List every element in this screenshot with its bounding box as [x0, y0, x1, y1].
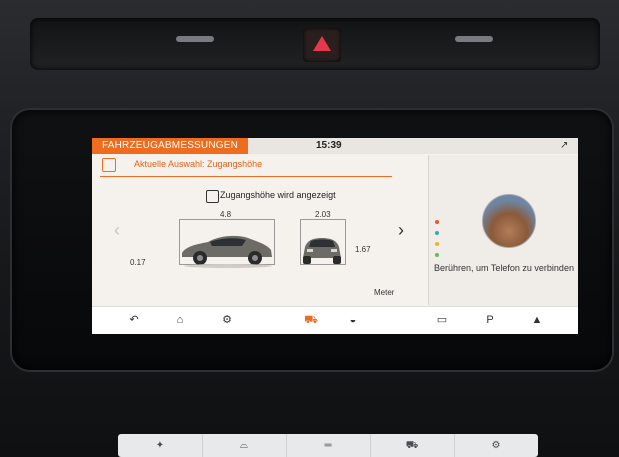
vehicle-height: 1.67 [355, 245, 371, 254]
camera-icon[interactable]: ▭ [422, 306, 462, 334]
page-indicator [435, 220, 439, 264]
suspension-icon[interactable]: ⛟ [291, 306, 331, 334]
lines-icon[interactable]: ═ [286, 434, 371, 457]
hazard-button[interactable] [303, 28, 341, 62]
access-height-icon [206, 190, 219, 203]
settings-icon[interactable]: ⚙ [454, 434, 538, 457]
car-icon[interactable]: ⛟ [370, 434, 455, 457]
previous-arrow-icon[interactable]: ‹ [114, 220, 120, 241]
unit-label: Meter [374, 288, 395, 297]
access-height-icon [102, 158, 116, 172]
page-dot [435, 242, 439, 246]
home-icon[interactable]: ⌂ [160, 306, 200, 334]
page-dot [435, 220, 439, 224]
clock: 15:39 [316, 140, 342, 151]
current-selection-text: Aktuelle Auswahl: Zugangshöhe [134, 159, 263, 169]
panel-divider [428, 155, 429, 305]
settings-icon[interactable]: ⚙ [207, 306, 247, 334]
ground-clearance: 0.17 [130, 258, 146, 267]
infotainment-screen: FAHRZEUGABMESSUNGEN 15:39 ↗ Aktuelle Aus… [92, 138, 578, 334]
hazard-triangle-icon [313, 36, 331, 51]
front-view-car [303, 238, 341, 264]
page-dot [435, 253, 439, 257]
phone-avatar[interactable] [482, 194, 536, 248]
fan-icon[interactable]: ✦ [118, 434, 203, 457]
seat-icon[interactable]: ⌓ [202, 434, 287, 457]
next-arrow-icon[interactable]: › [398, 220, 404, 241]
vehicle-length: 4.8 [220, 210, 232, 219]
climate-console: ✦ ⌓ ═ ⛟ ⚙ [118, 434, 538, 457]
phone-connect-text: Berühren, um Telefon zu verbinden [434, 263, 574, 273]
page-dot [435, 231, 439, 235]
park-assist-button[interactable]: P [470, 306, 510, 334]
terrain-icon[interactable]: ▲ [517, 306, 557, 334]
drive-mode-icon[interactable]: ◒ [333, 306, 373, 334]
vehicle-width: 2.03 [315, 210, 331, 219]
signal-icon: ↗ [560, 140, 569, 151]
vent-slot [455, 36, 493, 42]
access-height-status: Zugangshöhe wird angezeigt [220, 190, 336, 200]
page-title: FAHRZEUGABMESSUNGEN [92, 138, 249, 154]
back-icon[interactable]: ↶ [114, 306, 154, 334]
side-view-car [182, 235, 272, 268]
vent-slot [176, 36, 214, 42]
